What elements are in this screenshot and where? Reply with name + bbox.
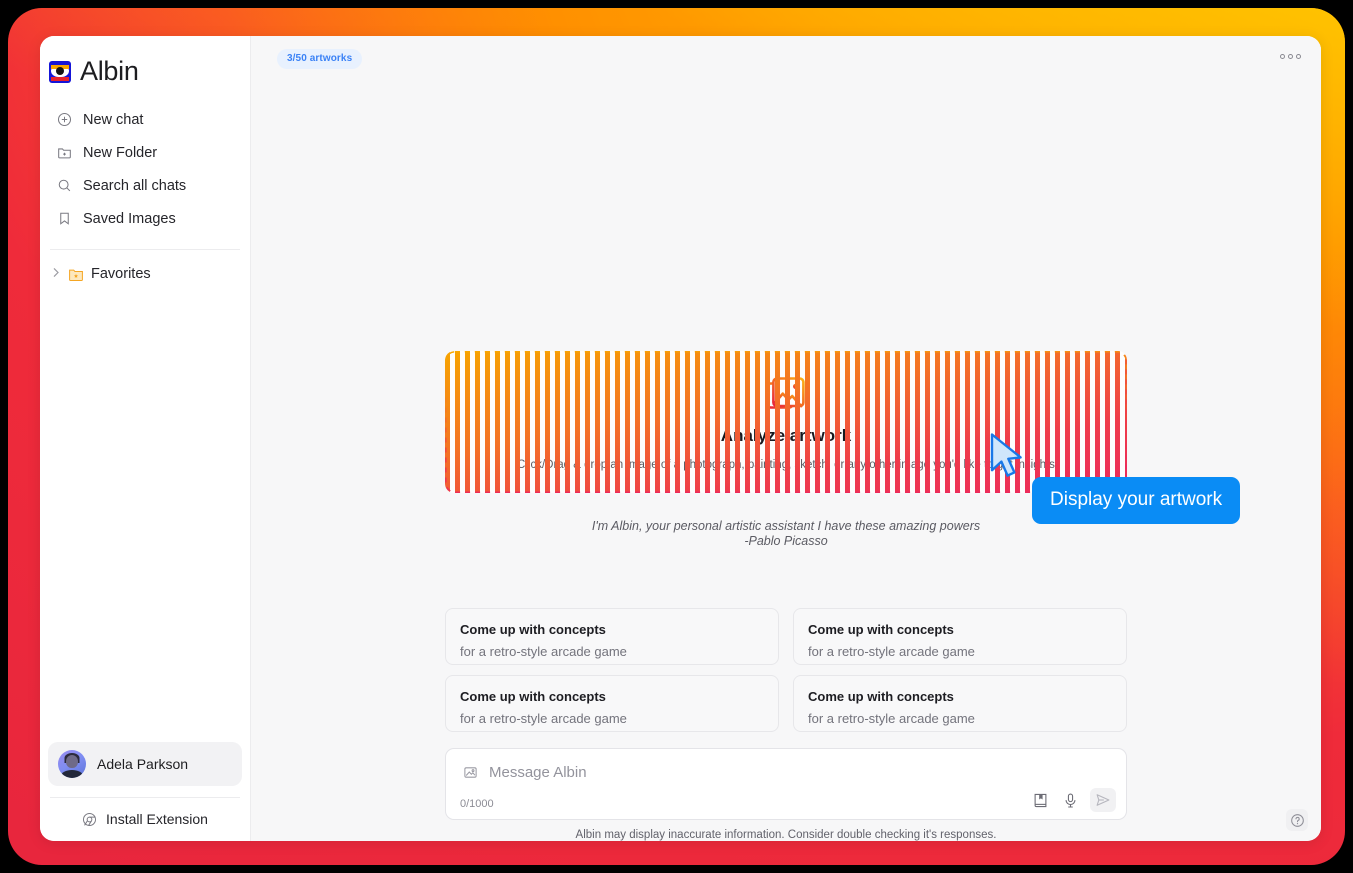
user-name: Adela Parkson (97, 756, 189, 772)
user-profile[interactable]: Adela Parkson (48, 742, 242, 786)
sidebar: Albin New chat New Folder Search all cha… (40, 36, 251, 841)
sidebar-item-search-all-chats[interactable]: Search all chats (48, 169, 242, 202)
book-icon[interactable] (1030, 790, 1050, 810)
image-icon[interactable] (460, 762, 480, 782)
send-button[interactable] (1090, 788, 1116, 812)
sidebar-item-new-chat[interactable]: New chat (48, 103, 242, 136)
albin-eye-logo-icon (49, 60, 71, 83)
chrome-icon (82, 812, 97, 827)
bookmark-icon (57, 211, 72, 226)
suggestion-subtitle: for a retro-style arcade game (808, 644, 975, 659)
chevron-right-icon (52, 267, 61, 281)
brand-name: Albin (80, 56, 139, 86)
install-extension-button[interactable]: Install Extension (40, 798, 250, 831)
sidebar-item-saved-images[interactable]: Saved Images (48, 202, 242, 235)
suggestion-cards: Come up with concepts for a retro-style … (445, 608, 1127, 732)
microphone-icon[interactable] (1060, 790, 1080, 810)
suggestion-card[interactable]: Come up with concepts for a retro-style … (793, 675, 1127, 732)
sidebar-item-label: Saved Images (83, 210, 176, 227)
sidebar-item-new-folder[interactable]: New Folder (48, 136, 242, 169)
artworks-quota-badge: 3/50 artworks (277, 49, 363, 69)
images-stack-icon (765, 373, 807, 413)
sidebar-nav: New chat New Folder Search all chats Sav… (40, 103, 250, 235)
dropzone-subtitle: Click/Drag & drop an image of a photogra… (517, 459, 1055, 472)
install-extension-label: Install Extension (106, 811, 208, 827)
suggestion-title: Come up with concepts (460, 689, 606, 704)
artworks-quota-label: 3/50 artworks (287, 53, 353, 64)
tagline-line-1: I'm Albin, your personal artistic assist… (591, 519, 981, 534)
suggestion-subtitle: for a retro-style arcade game (808, 711, 975, 726)
gradient-frame: Albin New chat New Folder Search all cha… (8, 8, 1345, 865)
sidebar-item-label: Search all chats (83, 177, 187, 194)
folder-star-icon (68, 267, 84, 282)
character-counter: 0/1000 (460, 798, 494, 810)
help-button[interactable] (1286, 809, 1308, 831)
plus-circle-icon (57, 112, 72, 127)
sidebar-item-label: New chat (83, 111, 144, 128)
suggestion-card[interactable]: Come up with concepts for a retro-style … (793, 608, 1127, 665)
tooltip-display-your-artwork[interactable]: Display your artwork (1032, 477, 1241, 524)
suggestion-subtitle: for a retro-style arcade game (460, 711, 627, 726)
composer-input-row: Message Albin (460, 762, 1112, 782)
sidebar-item-label: New Folder (83, 144, 158, 161)
suggestion-card[interactable]: Come up with concepts for a retro-style … (445, 675, 779, 732)
suggestion-card[interactable]: Come up with concepts for a retro-style … (445, 608, 779, 665)
composer-area: Message Albin 0/1000 Albin may display i… (445, 748, 1127, 841)
search-icon (57, 178, 72, 193)
folder-plus-icon (57, 145, 72, 160)
app-window: Albin New chat New Folder Search all cha… (40, 36, 1321, 841)
avatar (58, 750, 86, 778)
suggestion-title: Come up with concepts (460, 622, 606, 637)
topbar: 3/50 artworks (251, 36, 1321, 80)
message-input[interactable]: Message Albin (489, 764, 587, 781)
suggestion-title: Come up with concepts (808, 689, 954, 704)
brand: Albin (40, 36, 250, 87)
disclaimer-text: Albin may display inaccurate information… (575, 829, 997, 841)
center-column: Analyze artwork Click/Drag & drop an ima… (251, 80, 1321, 841)
main-content: 3/50 artworks Analyze artwork Click/Drag… (251, 36, 1321, 841)
sidebar-footer: Adela Parkson Install Extension (40, 742, 250, 841)
dropzone-title: Analyze artwork (720, 426, 852, 446)
suggestion-title: Come up with concepts (808, 622, 954, 637)
more-options-icon[interactable] (1276, 50, 1305, 63)
suggestion-subtitle: for a retro-style arcade game (460, 644, 627, 659)
composer-actions (1030, 788, 1116, 812)
sidebar-folder-label: Favorites (91, 266, 151, 282)
tagline: I'm Albin, your personal artistic assist… (592, 519, 980, 548)
tagline-line-2: -Pablo Picasso (744, 533, 828, 548)
message-composer[interactable]: Message Albin 0/1000 (445, 748, 1127, 820)
analyze-artwork-dropzone[interactable]: Analyze artwork Click/Drag & drop an ima… (445, 351, 1127, 494)
sidebar-folder-favorites[interactable]: Favorites (40, 250, 250, 282)
